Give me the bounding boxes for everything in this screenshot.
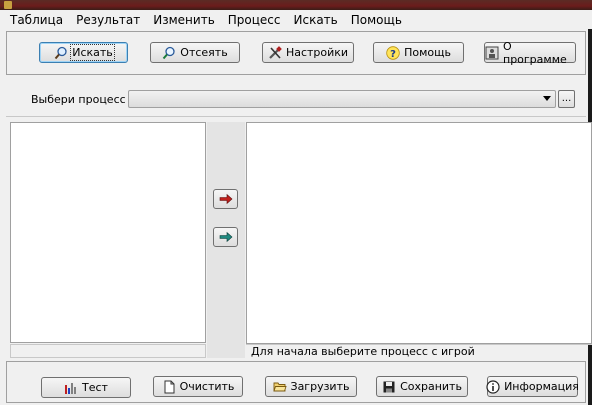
arrow-right-green-icon	[219, 230, 233, 244]
search-results-list[interactable]	[10, 122, 206, 343]
settings-button[interactable]: Настройки	[262, 42, 354, 63]
move-right-button[interactable]	[213, 189, 238, 209]
floppy-disk-icon	[382, 380, 396, 394]
left-status-bar	[10, 344, 206, 358]
info-button[interactable]: Информация	[486, 376, 579, 397]
status-text: Для начала выберите процесс с игрой	[246, 344, 592, 358]
bar-chart-icon	[64, 381, 78, 395]
open-folder-icon	[272, 380, 287, 394]
load-button[interactable]: Загрузить	[265, 376, 357, 397]
load-button-label: Загрузить	[290, 380, 350, 393]
move-left-button[interactable]	[213, 227, 238, 247]
clear-button[interactable]: Очистить	[153, 376, 243, 397]
filter-button[interactable]: Отсеять	[150, 42, 240, 63]
chevron-down-icon	[543, 96, 551, 101]
app-icon	[4, 1, 12, 9]
clear-button-label: Очистить	[179, 380, 235, 393]
menu-search[interactable]: Искать	[294, 13, 338, 27]
info-icon	[486, 379, 500, 394]
process-select[interactable]	[128, 90, 556, 108]
help-button[interactable]: ? Помощь	[373, 42, 464, 63]
question-icon: ?	[386, 45, 400, 60]
title-bar	[0, 0, 592, 10]
help-button-label: Помощь	[404, 46, 451, 59]
settings-button-label: Настройки	[285, 46, 349, 59]
menu-table[interactable]: Таблица	[10, 13, 63, 27]
svg-text:?: ?	[390, 49, 396, 60]
menu-edit[interactable]: Изменить	[153, 13, 215, 27]
menu-help[interactable]: Помощь	[351, 13, 402, 27]
arrow-right-icon	[219, 192, 233, 206]
filter-button-label: Отсеять	[180, 46, 228, 59]
test-button-label: Тест	[82, 381, 108, 394]
browse-process-button[interactable]: ...	[558, 90, 575, 108]
about-button[interactable]: О программе	[484, 39, 576, 66]
menu-process[interactable]: Процесс	[228, 13, 281, 27]
tools-icon	[268, 45, 282, 60]
menu-result[interactable]: Результат	[76, 13, 140, 27]
blank-page-icon	[162, 380, 176, 394]
about-button-label: О программе	[503, 39, 567, 66]
save-button-label: Сохранить	[400, 380, 462, 393]
about-icon	[485, 46, 499, 60]
test-button[interactable]: Тест	[41, 377, 131, 398]
magnifier-filter-icon	[162, 46, 176, 60]
save-button[interactable]: Сохранить	[376, 376, 468, 397]
process-label: Выбери процесс	[31, 93, 126, 106]
search-button-label: Искать	[70, 44, 115, 61]
divider	[6, 116, 586, 117]
address-table[interactable]	[246, 122, 592, 344]
menu-bar: Таблица Результат Изменить Процесс Искат…	[0, 10, 592, 29]
info-button-label: Информация	[504, 380, 579, 393]
search-button[interactable]: Искать	[39, 42, 128, 63]
magnifier-icon	[54, 46, 68, 60]
